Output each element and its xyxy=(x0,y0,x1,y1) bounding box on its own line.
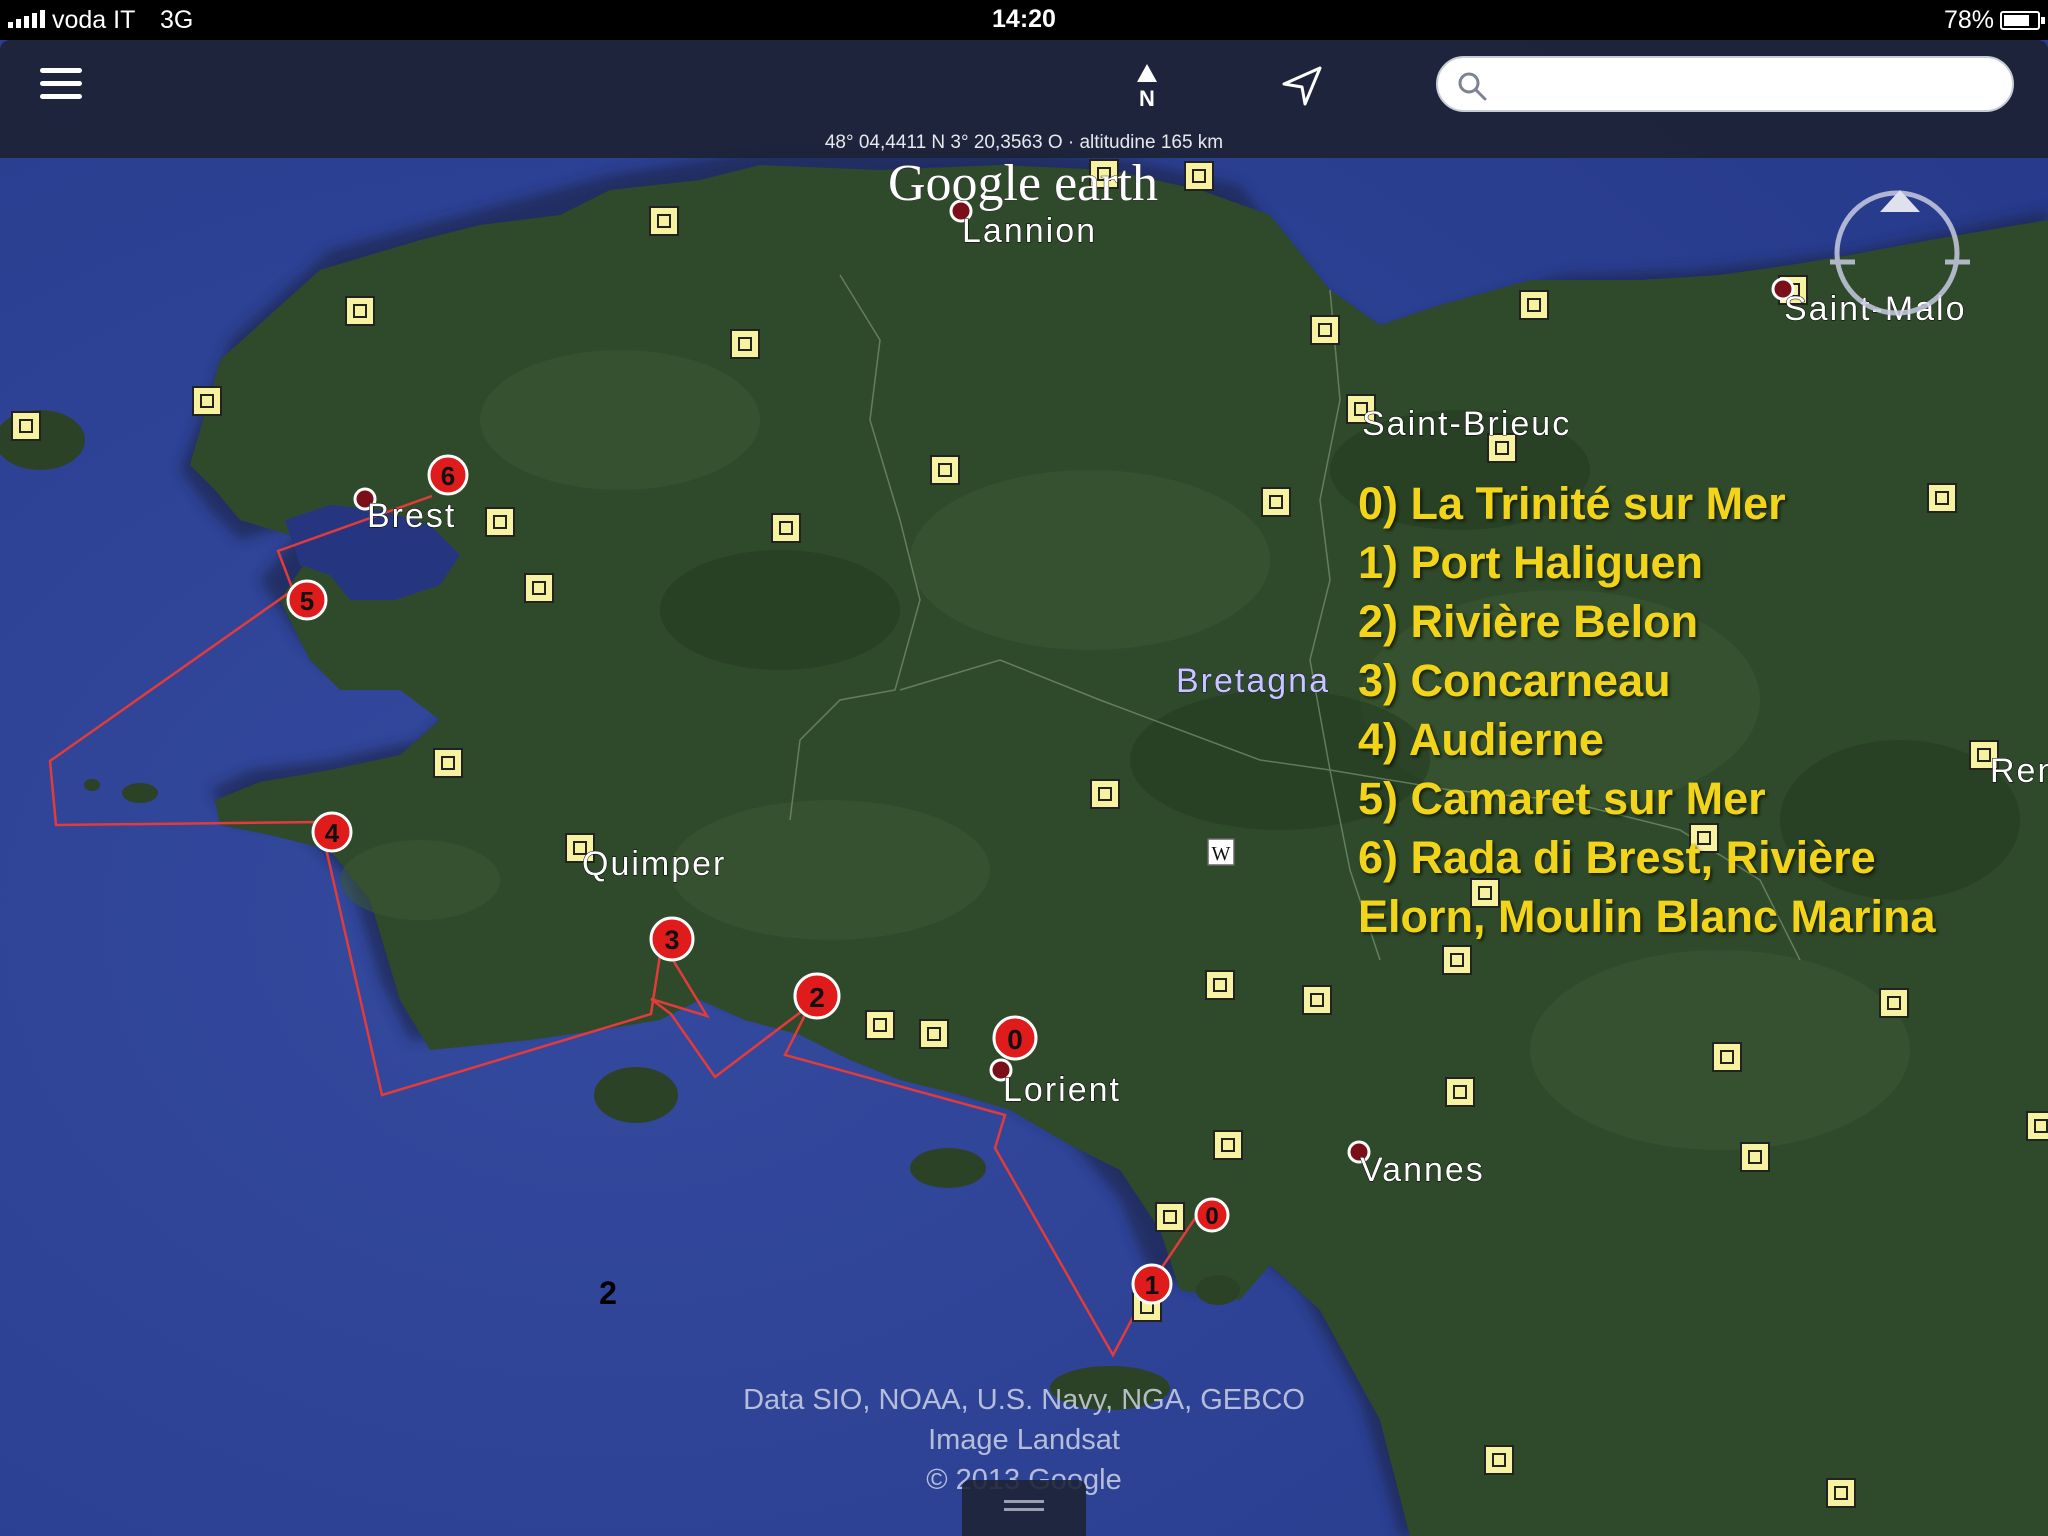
city-label-quimper: Quimper xyxy=(582,845,726,883)
route-marker-4[interactable]: 4 xyxy=(311,811,353,853)
google-earth-logo: Google earth xyxy=(888,155,1158,212)
route-marker-3[interactable]: 3 xyxy=(649,916,695,962)
north-icon[interactable]: N xyxy=(1128,62,1166,111)
wikipedia-badge[interactable]: W xyxy=(1207,838,1235,866)
search-icon xyxy=(1458,72,1487,101)
city-label-lannion: Lannion xyxy=(962,212,1097,250)
battery-icon xyxy=(2000,11,2045,30)
route-marker-3-label: 3 xyxy=(664,925,679,955)
route-marker-1[interactable]: 1 xyxy=(1131,1263,1173,1305)
legend-item-0: 0) La Trinité sur Mer xyxy=(1358,478,1786,529)
route-marker-6-label: 6 xyxy=(441,461,455,491)
region-label: Bretagna xyxy=(1176,662,1330,700)
battery-percent: 78% xyxy=(1943,6,1994,34)
city-label-ren: Ren xyxy=(1990,752,2048,790)
legend-item-1: 1) Port Haliguen xyxy=(1358,537,1704,588)
route-marker-5[interactable]: 5 xyxy=(286,579,328,621)
legend-item-5: 5) Camaret sur Mer xyxy=(1358,773,1766,824)
city-label-brest: Brest xyxy=(367,497,456,535)
route-marker-0-lorient[interactable]: 0 xyxy=(992,1015,1038,1061)
route-marker-1-label: 1 xyxy=(1145,1270,1159,1300)
north-label: N xyxy=(1139,86,1155,108)
route-marker-2-label: 2 xyxy=(809,982,825,1013)
city-label-vannes: Vannes xyxy=(1360,1151,1485,1189)
bottom-drawer-handle[interactable] xyxy=(962,1480,1086,1536)
legend-item-6: 6) Rada di Brest, Rivière Elorn, Moulin … xyxy=(1358,832,1936,942)
stray-label: 2 xyxy=(599,1275,617,1311)
search-box[interactable] xyxy=(1436,56,2014,112)
clock: 14:20 xyxy=(992,5,1056,33)
locate-icon[interactable] xyxy=(1278,62,1326,110)
status-bar: voda IT 3G 14:20 78% xyxy=(0,0,2048,40)
route-marker-0-lorient-label: 0 xyxy=(1007,1024,1023,1055)
route-marker-0-label: 0 xyxy=(1205,1203,1218,1230)
route-marker-5-label: 5 xyxy=(300,586,314,616)
credit-imagery: Image Landsat xyxy=(928,1424,1120,1456)
route-marker-4-label: 4 xyxy=(325,818,340,848)
menu-icon[interactable] xyxy=(40,68,82,102)
city-label-saint-brieuc: Saint-Brieuc xyxy=(1362,405,1571,443)
wiki-badge-label: W xyxy=(1212,843,1231,865)
legend-item-3: 3) Concarneau xyxy=(1358,655,1671,706)
route-marker-2[interactable]: 2 xyxy=(793,972,841,1020)
city-label-lorient: Lorient xyxy=(1003,1071,1121,1109)
toolbar: N xyxy=(0,40,2048,128)
route-marker-6[interactable]: 6 xyxy=(427,454,469,496)
route-marker-0[interactable]: 0 xyxy=(1194,1197,1230,1233)
search-input[interactable] xyxy=(1498,66,1998,104)
credit-data: Data SIO, NOAA, U.S. Navy, NGA, GEBCO xyxy=(743,1384,1305,1416)
route-legend: 0) La Trinité sur Mer 1) Port Haliguen 2… xyxy=(1358,474,1998,946)
legend-item-4: 4) Audierne xyxy=(1358,714,1604,765)
coordinate-readout: 48° 04,4411 N 3° 20,3563 O · altitudine … xyxy=(0,128,2048,158)
legend-item-2: 2) Rivière Belon xyxy=(1358,596,1699,647)
